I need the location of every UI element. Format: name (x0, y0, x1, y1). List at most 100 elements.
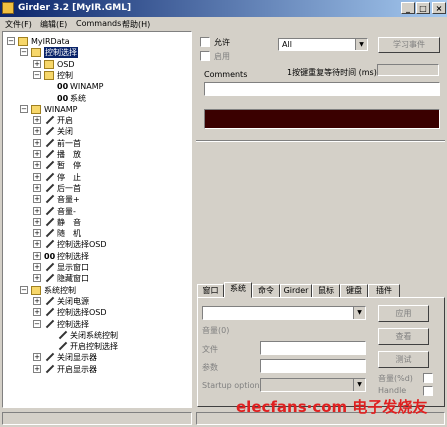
expand-icon[interactable]: + (33, 59, 41, 68)
tree-item[interactable]: + 关闭显示器 (33, 352, 191, 363)
tree-item[interactable]: − WINAMP (20, 104, 180, 115)
expand-icon[interactable]: + (33, 296, 41, 305)
tree-item-label: OSD (57, 59, 75, 69)
tree-item[interactable]: + 音量- (33, 206, 191, 217)
expand-icon[interactable]: + (33, 240, 41, 249)
handle-checkbox[interactable] (423, 386, 433, 396)
expand-icon[interactable]: + (33, 150, 41, 158)
expand-icon[interactable]: + (33, 364, 41, 373)
tree-item[interactable]: − MyIRData (7, 36, 167, 47)
tree-item-label: 控制选择 (57, 251, 89, 261)
expand-icon[interactable]: + (33, 195, 41, 204)
expand-icon[interactable]: + (33, 217, 41, 226)
tree-item[interactable]: + 音量+ (33, 194, 191, 205)
expand-icon[interactable]: + (33, 172, 41, 181)
expand-icon[interactable]: + (33, 274, 41, 283)
command-icon (44, 207, 54, 216)
collapse-icon[interactable]: − (33, 70, 41, 79)
expand-icon[interactable]: + (33, 116, 41, 125)
tree-item[interactable]: + 控制选择OSD (33, 307, 191, 318)
tree-item[interactable]: 关闭系统控制 (46, 330, 191, 341)
tab-mouse[interactable]: 鼠标 (312, 284, 340, 298)
collapse-icon[interactable]: − (7, 37, 15, 45)
startup-options-select[interactable]: ▼ (260, 378, 366, 392)
expand-icon[interactable]: + (33, 229, 41, 238)
parameter-label: 参数 (202, 363, 218, 372)
menu-help[interactable]: 帮助(H) (122, 19, 150, 30)
expand-icon[interactable]: + (33, 263, 41, 271)
apply-button[interactable]: 应用 (378, 305, 429, 322)
volume-percent-checkbox[interactable] (423, 373, 433, 383)
tree-view[interactable]: −MyIRData−控制选择+OSD−控制WINAMP系统−WINAMP+开启+… (2, 31, 192, 408)
tree-item[interactable]: − 控制选择 (33, 319, 191, 330)
tree-item[interactable]: + 控制选择OSD (33, 239, 191, 250)
tab-command[interactable]: 命令 (252, 284, 280, 298)
command-icon (44, 240, 54, 249)
tree-item[interactable]: + 控制选择 (33, 251, 191, 262)
tree-item[interactable]: + OSD (33, 59, 191, 70)
tree-item[interactable]: + 隐藏窗口 (33, 273, 191, 284)
expand-icon[interactable]: + (33, 206, 41, 215)
enabled-checkbox[interactable] (200, 51, 210, 61)
menu-file[interactable]: 文件(F) (5, 19, 32, 30)
minimize-button[interactable]: _ (401, 2, 415, 14)
tree-item[interactable]: − 控制 (33, 70, 191, 81)
tree-item[interactable]: + 关闭 (33, 126, 191, 137)
command-icon (44, 139, 54, 148)
ir-code-display (204, 109, 440, 129)
expand-icon[interactable]: + (33, 353, 41, 362)
repeat-wait-field[interactable] (377, 64, 439, 76)
tree-item[interactable]: + 后一首 (33, 183, 191, 194)
tree-item[interactable]: + 播 放 (33, 149, 191, 160)
menu-edit[interactable]: 编辑(E) (40, 19, 67, 30)
tree-item[interactable]: + 开启 (33, 115, 191, 126)
file-input[interactable] (260, 341, 366, 355)
maximize-button[interactable]: □ (416, 2, 430, 14)
parameter-input[interactable] (260, 359, 366, 373)
tree-item[interactable]: + 暂 停 (33, 160, 191, 171)
tree-item[interactable]: + 停 止 (33, 172, 191, 183)
test-button[interactable]: 测试 (378, 351, 429, 368)
expand-icon[interactable]: + (33, 183, 41, 192)
collapse-icon[interactable]: − (20, 48, 28, 57)
tree-item[interactable]: − 系统控制 (20, 285, 180, 296)
allow-checkbox[interactable] (200, 37, 210, 47)
tree-item[interactable]: + 关闭电源 (33, 296, 191, 307)
collapse-icon[interactable]: − (20, 104, 28, 113)
tree-item-label: 关闭显示器 (57, 353, 97, 363)
expand-icon[interactable]: + (33, 251, 41, 260)
expand-icon[interactable]: + (33, 127, 41, 136)
multigroup-icon (44, 252, 54, 261)
tree-item[interactable]: + 显示窗口 (33, 262, 191, 273)
expand-icon[interactable]: + (33, 138, 41, 147)
tab-system[interactable]: 系统 (224, 282, 252, 298)
learn-event-button[interactable]: 学习事件 (378, 37, 440, 53)
expand-icon[interactable]: + (33, 308, 41, 317)
tree-item[interactable]: + 开启显示器 (33, 364, 191, 375)
girder-window: Girder 3.2 [MyIR.GML] _ □ × 文件(F) 编辑(E) … (0, 0, 447, 427)
tree-item[interactable]: + 前一首 (33, 138, 191, 149)
tab-keyboard[interactable]: 键盘 (340, 284, 368, 298)
menu-commands[interactable]: Commands (76, 19, 121, 28)
collapse-icon[interactable]: − (33, 319, 41, 328)
dropdown-arrow-icon: ▼ (353, 379, 365, 391)
tab-plugins[interactable]: 插件 (368, 284, 400, 298)
menu-bar: 文件(F) 编辑(E) Commands 帮助(H) (0, 17, 447, 31)
comments-input[interactable] (204, 82, 440, 96)
expand-icon[interactable]: + (33, 161, 41, 170)
tree-item[interactable]: 开启控制选择 (46, 341, 191, 352)
tree-item[interactable]: − 控制选择 (20, 47, 180, 59)
tab-window[interactable]: 窗口 (197, 284, 224, 298)
close-button[interactable]: × (432, 2, 446, 14)
tab-girder[interactable]: Girder (280, 284, 312, 298)
tree-item[interactable]: + 随 机 (33, 228, 191, 239)
tree-item[interactable]: + 静 音 (33, 217, 191, 228)
collapse-icon[interactable]: − (20, 285, 28, 294)
browse-button[interactable]: 查看 (378, 328, 429, 345)
folder-icon (18, 37, 28, 46)
tree-item[interactable]: WINAMP (46, 81, 191, 92)
system-action-select[interactable]: ▼ (202, 306, 366, 320)
event-select[interactable]: All ▼ (278, 38, 368, 51)
title-bar[interactable]: Girder 3.2 [MyIR.GML] _ □ × (0, 0, 447, 17)
tree-item[interactable]: 系统 (46, 93, 191, 104)
